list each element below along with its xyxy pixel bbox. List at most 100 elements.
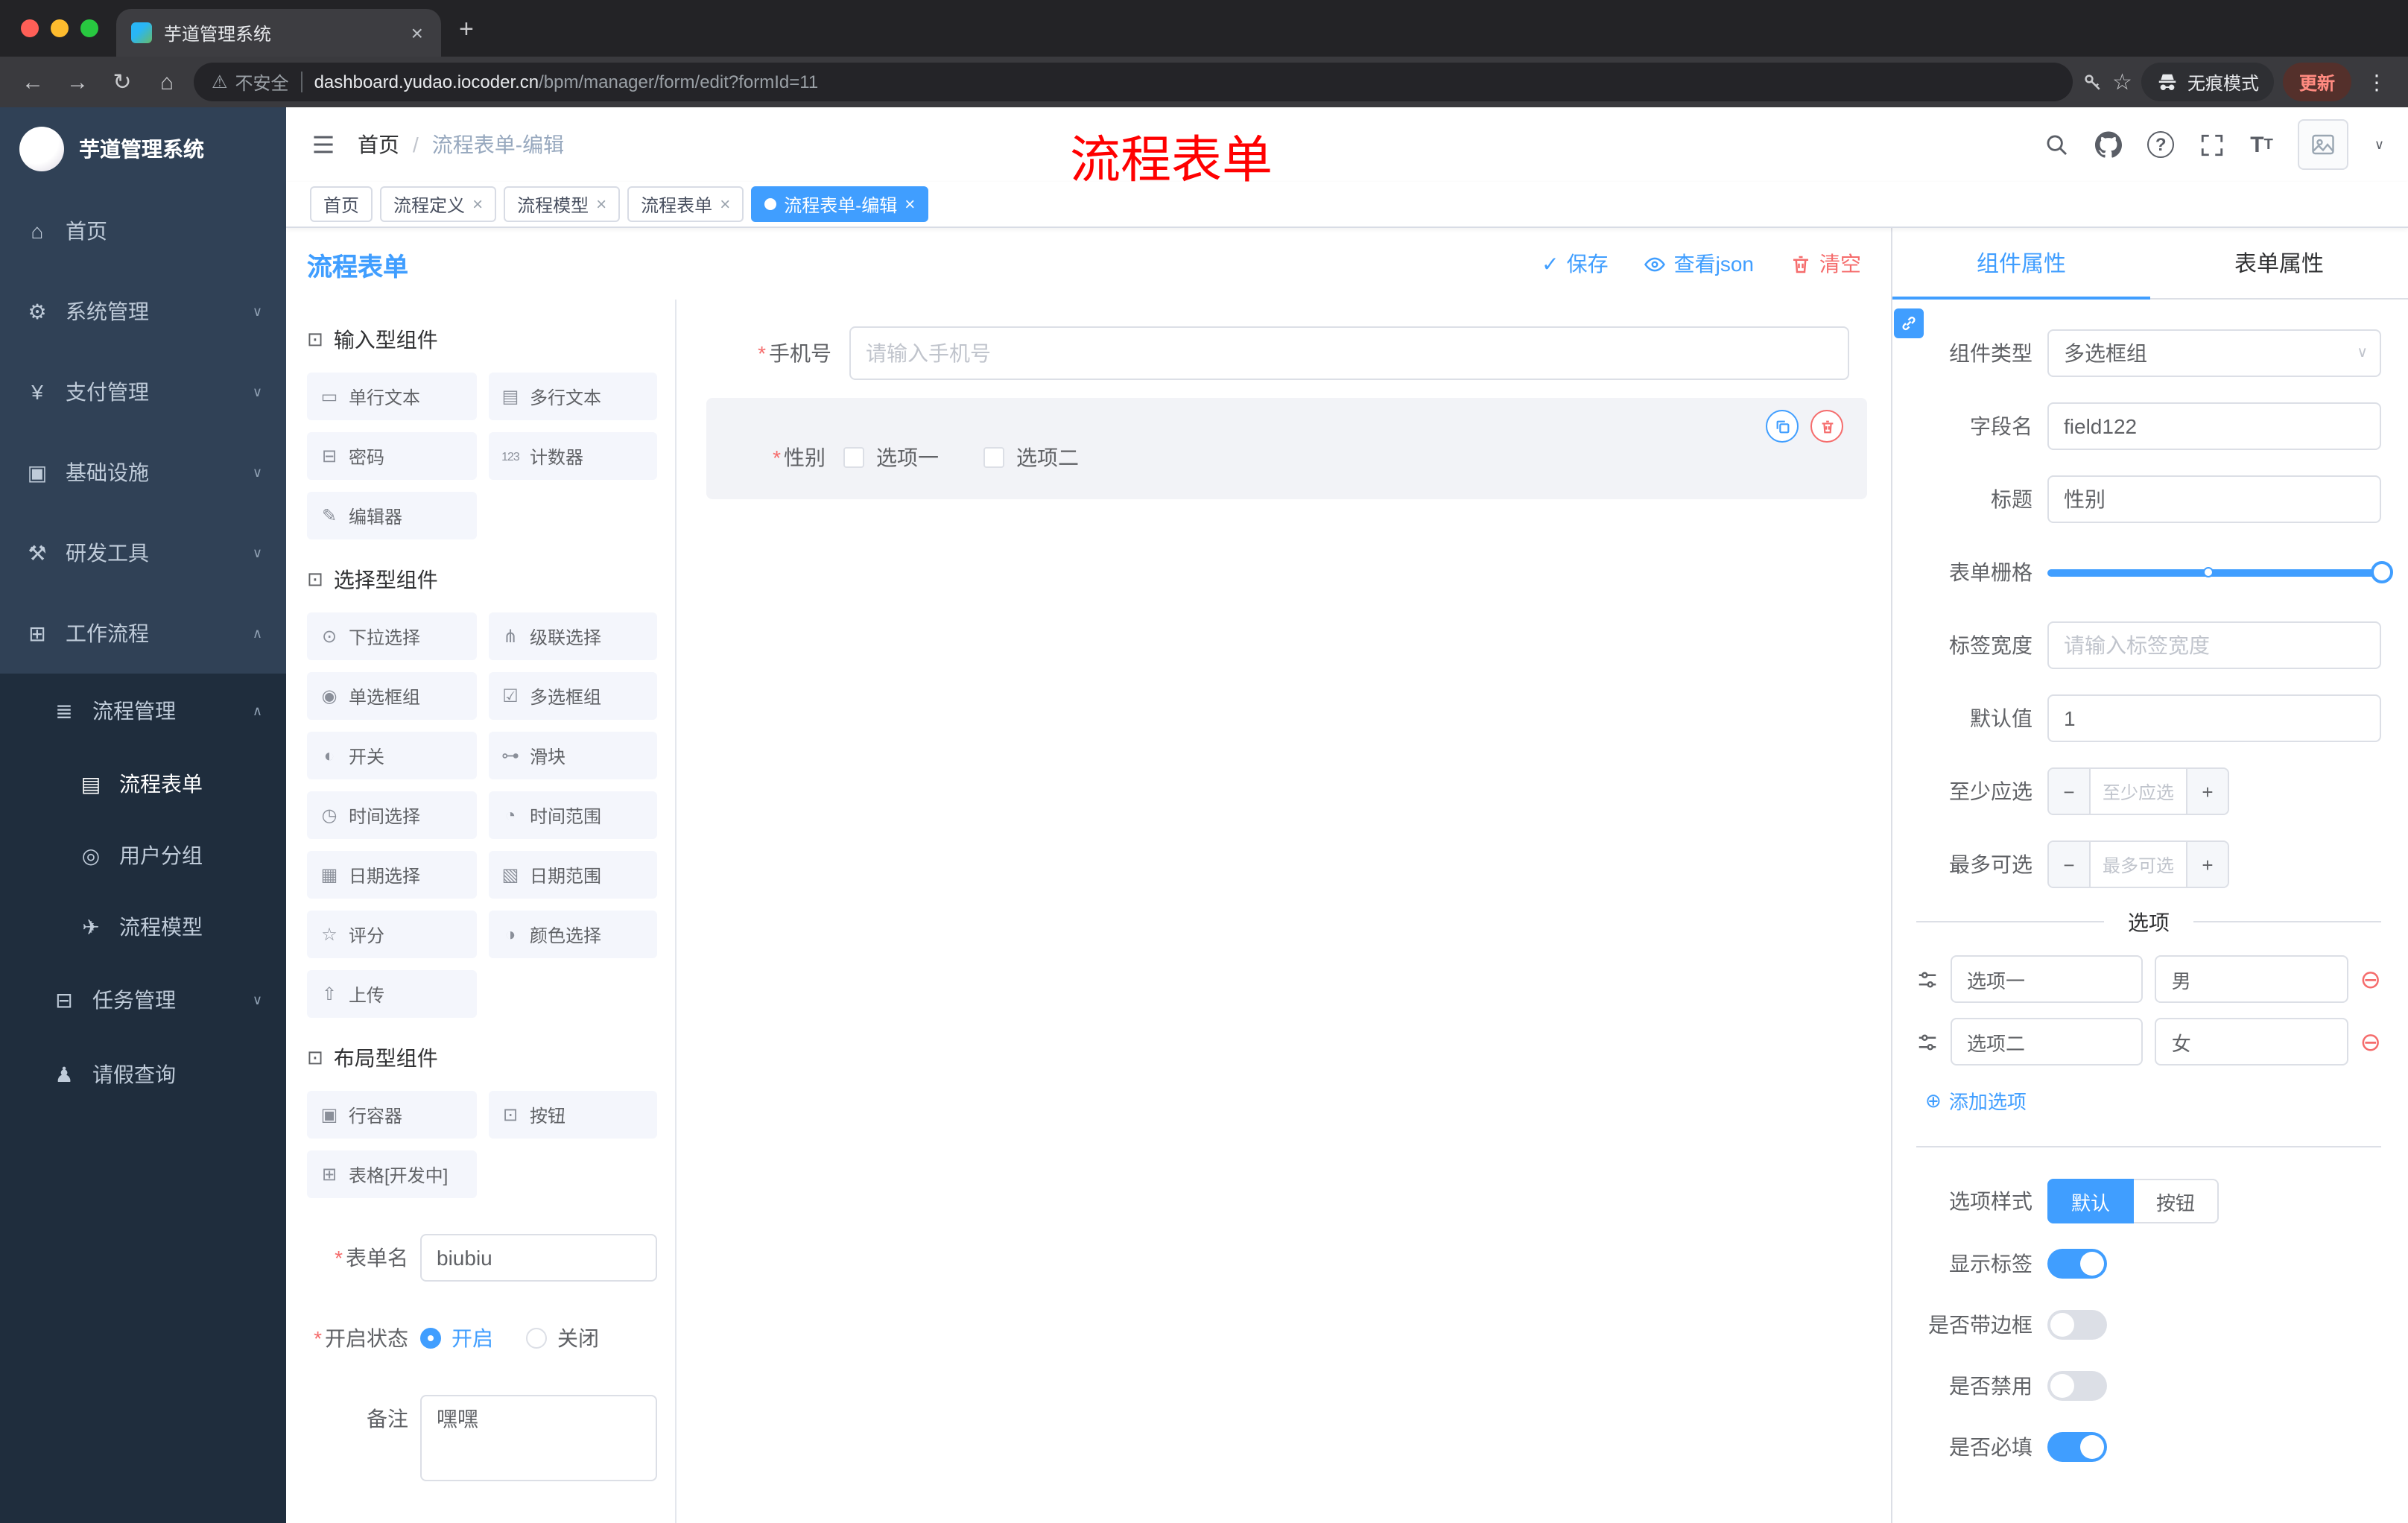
copy-component-button[interactable] <box>1766 410 1799 443</box>
close-window-button[interactable] <box>21 19 39 37</box>
max-checked-value[interactable]: 最多可选 <box>2091 842 2186 887</box>
palette-item-date-range[interactable]: ▧ 日期范围 <box>488 851 657 899</box>
new-tab-button[interactable]: + <box>459 15 474 45</box>
fullscreen-icon[interactable] <box>2199 132 2225 157</box>
save-button[interactable]: ✓ 保存 <box>1542 249 1608 279</box>
palette-item-textarea[interactable]: ▤ 多行文本 <box>488 373 657 420</box>
minimize-window-button[interactable] <box>51 19 69 37</box>
palette-item-time-range[interactable]: ◔ 时间范围 <box>488 791 657 839</box>
border-switch[interactable] <box>2047 1310 2107 1340</box>
breadcrumb-home[interactable]: 首页 <box>358 130 399 159</box>
palette-item-checkbox-group[interactable]: ☑ 多选框组 <box>488 672 657 720</box>
avatar-caret-icon[interactable]: ∨ <box>2374 136 2384 153</box>
style-button-button[interactable]: 按钮 <box>2134 1179 2220 1223</box>
clear-button[interactable]: 清空 <box>1790 249 1861 279</box>
grid-slider[interactable] <box>2047 548 2393 596</box>
drag-handle-icon[interactable] <box>1916 1030 1939 1053</box>
component-type-select[interactable] <box>2047 329 2381 377</box>
decrease-button[interactable]: − <box>2049 842 2091 887</box>
palette-item-button[interactable]: ⊡ 按钮 <box>488 1091 657 1139</box>
sidebar-item-workflow[interactable]: ⊞ 工作流程 ∧ <box>0 593 286 674</box>
view-json-button[interactable]: 查看json <box>1644 249 1754 279</box>
palette-item-counter[interactable]: 123 计数器 <box>488 432 657 480</box>
status-on-radio[interactable]: 开启 <box>420 1323 493 1353</box>
tag-process-form-edit[interactable]: 流程表单-编辑 × <box>751 186 929 222</box>
tag-close-icon[interactable]: × <box>904 194 915 215</box>
tab-close-icon[interactable]: × <box>408 21 426 45</box>
add-option-button[interactable]: ⊕ 添加选项 <box>1925 1086 2381 1115</box>
palette-item-upload[interactable]: ⇧ 上传 <box>307 970 476 1018</box>
remove-option-icon[interactable]: ⊖ <box>2360 966 2382 992</box>
sidebar-item-home[interactable]: ⌂ 首页 <box>0 191 286 271</box>
palette-item-cascader[interactable]: ⋔ 级联选择 <box>488 612 657 660</box>
delete-component-button[interactable] <box>1810 410 1843 443</box>
selected-component-gender[interactable]: * 性别 选项一 选项二 <box>706 398 1867 499</box>
tag-process-definition[interactable]: 流程定义 × <box>380 186 497 222</box>
sidebar-logo[interactable]: 芋道管理系统 <box>0 107 286 191</box>
field-name-input[interactable] <box>2047 402 2381 450</box>
increase-button[interactable]: + <box>2186 769 2228 814</box>
palette-item-date-picker[interactable]: ▦ 日期选择 <box>307 851 476 899</box>
sidebar-item-system[interactable]: ⚙ 系统管理 ∨ <box>0 271 286 352</box>
style-default-button[interactable]: 默认 <box>2047 1179 2135 1223</box>
forward-icon[interactable]: → <box>60 69 95 95</box>
font-size-icon[interactable]: TT <box>2250 132 2273 157</box>
form-remark-textarea[interactable]: 嘿嘿 <box>420 1395 657 1481</box>
form-name-input[interactable] <box>420 1234 657 1282</box>
sidebar-item-process-form[interactable]: ▤ 流程表单 <box>0 748 286 820</box>
palette-item-select[interactable]: ⊙ 下拉选择 <box>307 612 476 660</box>
palette-item-color-picker[interactable]: ◑ 颜色选择 <box>488 911 657 958</box>
browser-home-icon[interactable]: ⌂ <box>149 69 185 95</box>
tag-close-icon[interactable]: × <box>472 194 483 215</box>
option-2-label-input[interactable] <box>1951 1018 2144 1066</box>
address-bar[interactable]: ⚠ 不安全 dashboard.yudao.iocoder.cn/bpm/mana… <box>194 63 2073 101</box>
tab-form-props[interactable]: 表单属性 <box>2150 228 2408 298</box>
tab-component-props[interactable]: 组件属性 <box>1892 228 2150 300</box>
default-value-input[interactable] <box>2047 694 2381 742</box>
incognito-chip[interactable]: 无痕模式 <box>2141 63 2274 101</box>
disabled-switch[interactable] <box>2047 1371 2107 1401</box>
gender-option-2-checkbox[interactable]: 选项二 <box>983 443 1079 472</box>
status-off-radio[interactable]: 关闭 <box>526 1323 599 1353</box>
update-button[interactable]: 更新 <box>2282 63 2351 101</box>
not-secure-badge[interactable]: ⚠ 不安全 <box>212 69 289 95</box>
sidebar-item-task-mgmt[interactable]: ⊟ 任务管理 ∨ <box>0 963 286 1037</box>
link-icon[interactable] <box>1894 308 1924 338</box>
sidebar-item-user-group[interactable]: ◎ 用户分组 <box>0 820 286 891</box>
password-key-icon[interactable] <box>2081 71 2103 93</box>
option-1-value-input[interactable] <box>2155 955 2348 1003</box>
tag-process-model[interactable]: 流程模型 × <box>504 186 621 222</box>
gender-option-1-checkbox[interactable]: 选项一 <box>843 443 939 472</box>
show-label-switch[interactable] <box>2047 1249 2107 1279</box>
reload-icon[interactable]: ↻ <box>104 69 140 95</box>
title-input[interactable] <box>2047 475 2381 523</box>
palette-item-slider[interactable]: ⊶ 滑块 <box>488 732 657 779</box>
sidebar-item-process-model[interactable]: ✈ 流程模型 <box>0 891 286 963</box>
label-width-input[interactable] <box>2047 621 2381 669</box>
browser-tab[interactable]: 芋道管理系统 × <box>116 9 441 57</box>
maximize-window-button[interactable] <box>80 19 98 37</box>
bookmark-star-icon[interactable]: ☆ <box>2112 69 2132 95</box>
sidebar-item-leave-query[interactable]: ♟ 请假查询 <box>0 1037 286 1112</box>
search-icon[interactable] <box>2044 132 2070 157</box>
min-checked-value[interactable]: 至少应选 <box>2091 769 2186 814</box>
back-icon[interactable]: ← <box>15 69 51 95</box>
drag-handle-icon[interactable] <box>1916 968 1939 990</box>
palette-item-switch[interactable]: ◐ 开关 <box>307 732 476 779</box>
tag-close-icon[interactable]: × <box>720 194 730 215</box>
decrease-button[interactable]: − <box>2049 769 2091 814</box>
increase-button[interactable]: + <box>2186 842 2228 887</box>
palette-item-single-text[interactable]: ▭ 单行文本 <box>307 373 476 420</box>
phone-input[interactable] <box>849 326 1849 380</box>
remove-option-icon[interactable]: ⊖ <box>2360 1029 2382 1054</box>
option-1-label-input[interactable] <box>1951 955 2144 1003</box>
palette-item-row-container[interactable]: ▣ 行容器 <box>307 1091 476 1139</box>
palette-item-time-picker[interactable]: ◷ 时间选择 <box>307 791 476 839</box>
help-icon[interactable]: ? <box>2147 131 2175 158</box>
palette-item-rate[interactable]: ☆ 评分 <box>307 911 476 958</box>
required-switch[interactable] <box>2047 1432 2107 1462</box>
github-icon[interactable] <box>2095 131 2123 158</box>
palette-item-radio-group[interactable]: ◉ 单选框组 <box>307 672 476 720</box>
palette-item-password[interactable]: ⊟ 密码 <box>307 432 476 480</box>
tag-home[interactable]: 首页 <box>310 186 373 222</box>
